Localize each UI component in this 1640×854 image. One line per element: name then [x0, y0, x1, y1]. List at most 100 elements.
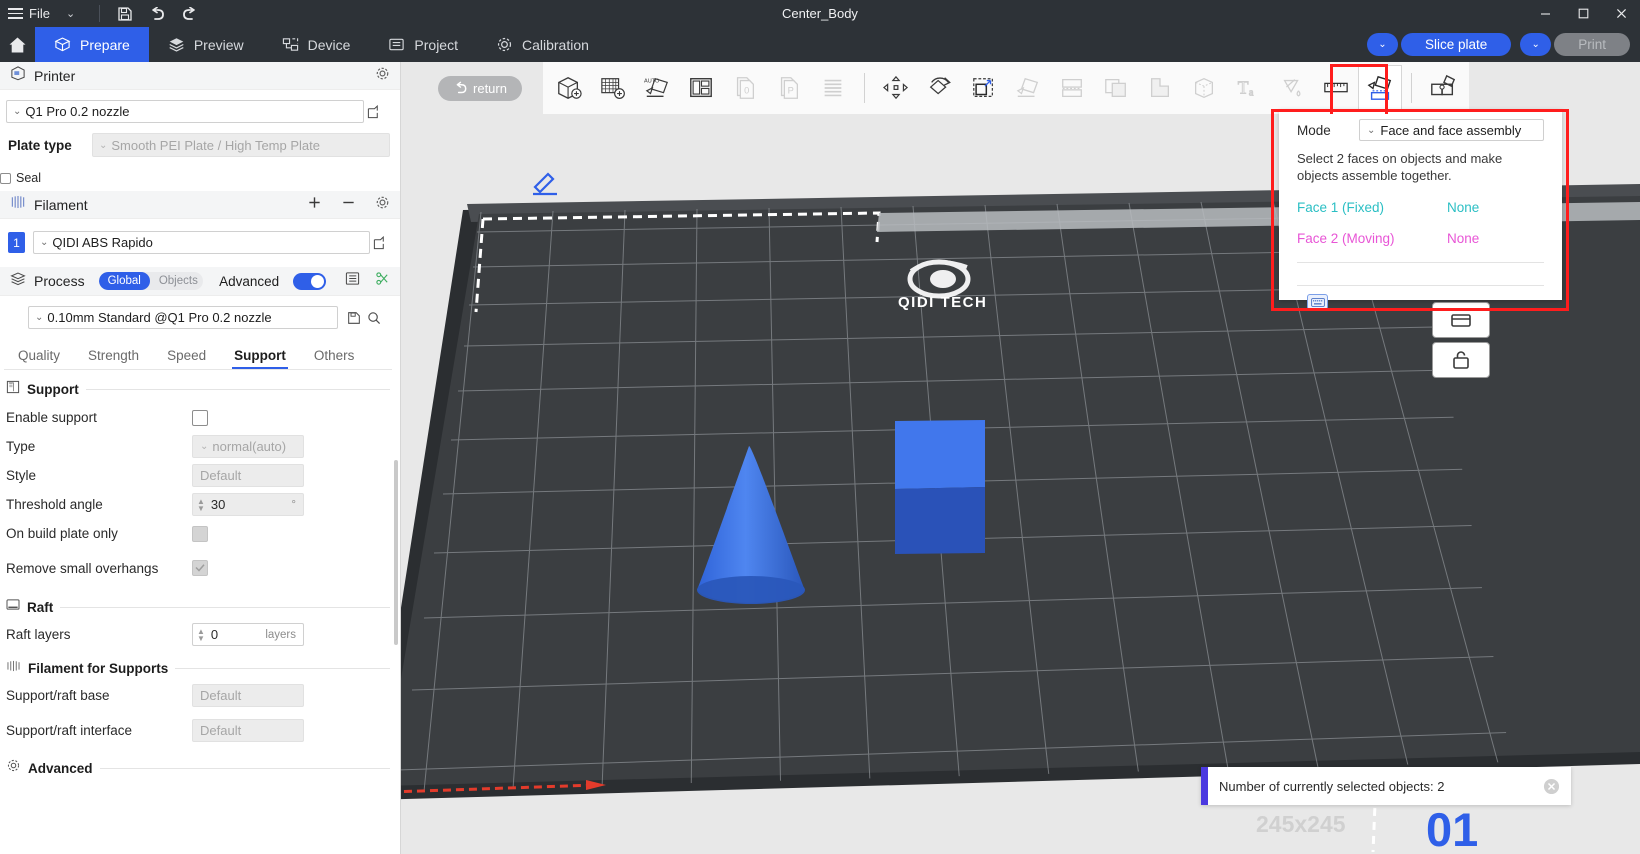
unlock-icon[interactable] [1432, 342, 1490, 378]
enable-support-checkbox[interactable] [192, 410, 208, 426]
tab-calibration[interactable]: Calibration [477, 27, 608, 62]
filament-edit-icon[interactable] [370, 236, 390, 250]
process-scope-segmented[interactable]: Global Objects [99, 272, 204, 290]
printer-edit-icon[interactable] [364, 105, 384, 119]
unlock-button[interactable] [1432, 342, 1490, 378]
settings-tab-support[interactable]: Support [220, 348, 300, 369]
copies-icon[interactable]: 0 [723, 65, 767, 111]
print-button[interactable]: Print [1554, 33, 1630, 56]
file-menu-label[interactable]: File [29, 6, 52, 21]
remove-small-overhangs-checkbox[interactable] [192, 560, 208, 576]
settings-tab-strength[interactable]: Strength [74, 348, 153, 369]
type-combo[interactable]: ⌄ normal(auto) [192, 435, 304, 458]
assembly-mode-combo[interactable]: ⌄ Face and face assembly [1359, 119, 1544, 141]
settings-tab-others[interactable]: Others [300, 348, 369, 369]
move-icon[interactable] [874, 65, 918, 111]
on-build-plate-only-checkbox[interactable] [192, 526, 208, 542]
undo-icon[interactable] [142, 0, 172, 27]
filament-index-badge[interactable]: 1 [8, 232, 25, 253]
seal-checkbox[interactable] [0, 173, 11, 184]
save-icon[interactable] [110, 0, 140, 27]
main-tab-bar: Prepare Preview Device Project Calibrati [0, 27, 1640, 62]
keyboard-icon[interactable] [1307, 294, 1328, 310]
puzzle-icon[interactable] [1421, 65, 1465, 111]
notification-close-icon[interactable] [1531, 778, 1571, 795]
close-icon[interactable] [1602, 0, 1640, 27]
tab-prepare[interactable]: Prepare [35, 27, 149, 62]
cut-icon[interactable] [1050, 65, 1094, 111]
tab-preview[interactable]: Preview [149, 27, 263, 62]
project-icon[interactable]: P [767, 65, 811, 111]
filament-remove-icon[interactable] [341, 195, 367, 215]
filament-add-icon[interactable] [296, 195, 333, 215]
type-value: normal(auto) [212, 439, 286, 454]
preset-save-icon[interactable] [344, 311, 364, 325]
threshold-angle-spinner[interactable]: ▲▼ 30 ° [192, 493, 304, 516]
style-field[interactable]: Default [192, 464, 304, 487]
return-button[interactable]: return [438, 76, 522, 101]
setting-row-support-raft-base: Support/raft base Default [6, 681, 390, 710]
divider [99, 5, 100, 22]
add-object-icon[interactable] [547, 65, 591, 111]
fill-color-icon[interactable] [1270, 65, 1314, 111]
printer-settings-gear-icon[interactable] [375, 66, 390, 86]
assembly-popup[interactable]: Mode ⌄ Face and face assembly Select 2 f… [1279, 110, 1562, 300]
maximize-icon[interactable] [1564, 0, 1602, 27]
settings-tab-quality[interactable]: Quality [4, 348, 74, 369]
slice-plate-split-button[interactable]: ⌄ Slice plate [1367, 33, 1511, 56]
print-dropdown-caret-icon[interactable]: ⌄ [1520, 33, 1551, 56]
edit-plate-name-icon[interactable] [531, 170, 561, 201]
assembly-face1-row[interactable]: Face 1 (Fixed) None [1279, 190, 1562, 224]
measure-icon[interactable] [1314, 65, 1358, 111]
tab-device[interactable]: Device [263, 27, 370, 62]
notification-toast[interactable]: Number of currently selected objects: 2 [1201, 767, 1571, 805]
seam-painting-icon[interactable] [1138, 65, 1182, 111]
assembly-icon[interactable] [1358, 65, 1402, 111]
assembly-face2-row[interactable]: Face 2 (Moving) None [1279, 224, 1562, 252]
add-plate-icon[interactable] [591, 65, 635, 111]
minimize-icon[interactable] [1526, 0, 1564, 27]
tab-project[interactable]: Project [369, 27, 477, 62]
compare-presets-icon[interactable] [375, 271, 390, 291]
slice-plate-button[interactable]: Slice plate [1401, 33, 1511, 56]
process-preset-combo[interactable]: ⌄ 0.10mm Standard @Q1 Pro 0.2 nozzle [28, 306, 338, 329]
chevron-down-icon[interactable]: ⌄ [54, 7, 89, 20]
scale-icon[interactable] [962, 65, 1006, 111]
filament-settings-gear-icon[interactable] [375, 195, 390, 215]
slice-dropdown-caret-icon[interactable]: ⌄ [1367, 33, 1398, 56]
text-icon[interactable]: Ta [1226, 65, 1270, 111]
spinner-arrows-icon[interactable]: ▲▼ [197, 628, 205, 642]
rotate-icon[interactable] [918, 65, 962, 111]
mmu-painting-icon[interactable] [1182, 65, 1226, 111]
scope-global-option[interactable]: Global [99, 272, 150, 290]
menu-hamburger-icon[interactable] [8, 8, 23, 19]
variable-layer-height-icon[interactable] [811, 65, 855, 111]
list-view-icon[interactable] [345, 271, 360, 291]
settings-tab-speed[interactable]: Speed [153, 348, 220, 369]
redo-icon[interactable] [174, 0, 204, 27]
scope-objects-option[interactable]: Objects [150, 272, 203, 290]
lay-on-face-icon[interactable] [1006, 65, 1050, 111]
svg-text:P: P [788, 86, 794, 96]
svg-text:T: T [1238, 78, 1249, 98]
support-painting-icon[interactable] [1094, 65, 1138, 111]
advanced-toggle[interactable] [293, 273, 326, 290]
raft-layers-spinner[interactable]: ▲▼ 0 layers [192, 623, 304, 646]
raft-icon [6, 598, 20, 616]
spinner-arrows-icon[interactable]: ▲▼ [197, 498, 205, 512]
auto-arrange-icon[interactable]: AUTO [635, 65, 679, 111]
print-split-button[interactable]: ⌄ Print [1520, 33, 1630, 56]
printer-model-combo[interactable]: ⌄ Q1 Pro 0.2 nozzle [6, 100, 364, 123]
assembly-face1-label: Face 1 (Fixed) [1297, 200, 1447, 215]
support-raft-interface-field[interactable]: Default [192, 719, 304, 742]
label-support-raft-base: Support/raft base [6, 688, 192, 703]
filament-name-combo[interactable]: ⌄ QIDI ABS Rapido [33, 231, 370, 254]
layout-icon[interactable] [679, 65, 723, 111]
plate-type-combo[interactable]: ⌄ Smooth PEI Plate / High Temp Plate [92, 133, 390, 157]
preset-search-icon[interactable] [364, 311, 384, 325]
support-raft-base-field[interactable]: Default [192, 684, 304, 707]
settings-scrollbar[interactable] [394, 460, 398, 645]
chevron-down-icon: ⌄ [13, 106, 21, 117]
assembly-keyboard-shortcut-button[interactable] [1279, 286, 1562, 310]
home-icon[interactable] [0, 27, 35, 62]
